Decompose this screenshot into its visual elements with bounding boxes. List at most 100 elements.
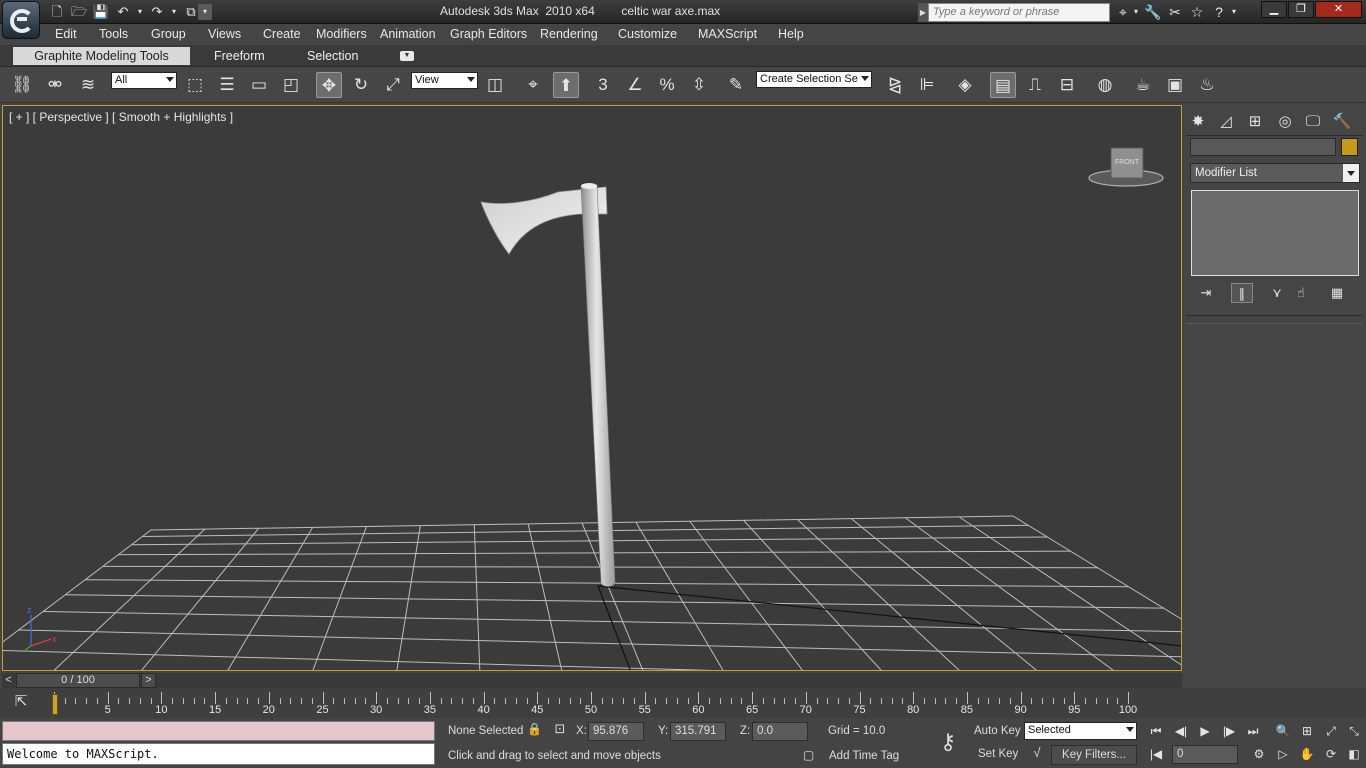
modify-tab-icon[interactable]: ◿: [1214, 110, 1238, 134]
window-crossing-icon[interactable]: ◰: [278, 72, 304, 98]
select-by-name-icon[interactable]: ☰: [214, 72, 240, 98]
orbit-icon[interactable]: ⟳: [1320, 744, 1342, 764]
favorites-star-icon[interactable]: ☆: [1187, 3, 1207, 21]
maximize-viewport-icon[interactable]: ◧: [1343, 744, 1365, 764]
maxscript-listener-input[interactable]: [2, 721, 435, 741]
tab-selection[interactable]: Selection: [307, 49, 358, 63]
pan-view-icon[interactable]: ✋: [1296, 744, 1318, 764]
create-tab-icon[interactable]: ✸: [1186, 110, 1210, 134]
search-expand-icon[interactable]: ▶: [918, 3, 928, 22]
pin-stack-icon[interactable]: ⇥: [1195, 283, 1217, 303]
go-to-end-icon[interactable]: ⏭: [1242, 721, 1264, 741]
zoom-all-icon[interactable]: ⊞: [1296, 721, 1318, 741]
bind-to-space-warp-icon[interactable]: ≋: [75, 72, 101, 98]
named-selection-sets-dropdown[interactable]: Create Selection Se: [756, 71, 872, 88]
auto-key-button[interactable]: Auto Key: [974, 725, 1021, 737]
maxscript-listener-output[interactable]: Welcome to MAXScript.: [2, 743, 435, 765]
key-filters-button[interactable]: Key Filters...: [1051, 745, 1137, 765]
time-tag-icon[interactable]: ▢: [803, 748, 819, 765]
search-input[interactable]: Type a keyword or phrase: [928, 3, 1110, 22]
set-key-button[interactable]: Set Key: [978, 748, 1018, 760]
edit-named-selection-icon[interactable]: ✎: [723, 72, 749, 98]
z-coordinate-field[interactable]: 0.0: [752, 722, 808, 741]
save-icon[interactable]: 💾: [92, 4, 110, 20]
undo-dropdown-icon[interactable]: ▾: [136, 4, 144, 20]
field-of-view-icon[interactable]: ▷: [1272, 744, 1294, 764]
select-and-link-icon[interactable]: ⛓: [9, 72, 35, 98]
utilities-tab-icon[interactable]: 🔨: [1330, 110, 1354, 134]
qat-customize-icon[interactable]: ▾: [198, 4, 212, 20]
tab-graphite-modeling-tools[interactable]: Graphite Modeling Tools: [13, 47, 190, 65]
undo-icon[interactable]: ↶: [114, 4, 132, 20]
align-icon[interactable]: ⊫: [914, 72, 940, 98]
menu-tools[interactable]: Tools: [99, 27, 128, 41]
angle-snap-icon[interactable]: ∠: [622, 72, 648, 98]
select-and-rotate-icon[interactable]: ↻: [348, 72, 374, 98]
search-dropdown-icon[interactable]: ▾: [1131, 3, 1141, 21]
frame-cursor[interactable]: [52, 694, 58, 715]
next-frame-icon[interactable]: |▶: [1218, 721, 1240, 741]
binoculars-icon[interactable]: ⌖: [1113, 3, 1133, 21]
modifier-stack[interactable]: [1191, 190, 1359, 276]
tab-freeform[interactable]: Freeform: [214, 49, 265, 63]
communication-center-icon[interactable]: ✂: [1165, 3, 1185, 21]
selection-filter-dropdown[interactable]: All: [111, 72, 177, 89]
modifier-list-dropdown[interactable]: Modifier List: [1190, 163, 1360, 183]
new-file-icon[interactable]: 🗋: [48, 4, 66, 20]
layer-manager-icon[interactable]: ◈: [952, 72, 978, 98]
snaps-toggle-icon[interactable]: 3: [590, 72, 616, 98]
zoom-extents-icon[interactable]: ⤢: [1320, 721, 1342, 741]
select-and-manipulate-icon[interactable]: ⌖: [520, 72, 546, 98]
selection-lock-icon[interactable]: 🔒: [527, 722, 542, 740]
time-slider-thumb[interactable]: 0 / 100: [16, 673, 140, 688]
track-bar-ruler[interactable]: 5 10 15 20 25 30 35 40 45 50 55 60 65 70 75 80 85 90 95 100: [54, 692, 1137, 718]
help-dropdown-icon[interactable]: ▾: [1229, 3, 1239, 21]
percent-snap-icon[interactable]: %: [654, 72, 680, 98]
menu-animation[interactable]: Animation: [380, 27, 436, 41]
mirror-icon[interactable]: ⧎: [882, 72, 908, 98]
spinner-snap-icon[interactable]: ⇳: [686, 72, 712, 98]
object-name-field[interactable]: [1190, 138, 1336, 156]
rendered-frame-window-icon[interactable]: ▣: [1162, 72, 1188, 98]
ribbon-minimize-icon[interactable]: ▼: [400, 51, 414, 61]
play-icon[interactable]: ▶: [1194, 721, 1216, 741]
menu-edit[interactable]: Edit: [55, 27, 77, 41]
reference-coordinate-dropdown[interactable]: View: [411, 72, 478, 89]
application-menu-button[interactable]: [2, 1, 40, 39]
key-mode-toggle-icon[interactable]: |◀: [1145, 744, 1167, 764]
time-slider-prev[interactable]: <: [2, 673, 15, 688]
configure-modifier-sets-icon[interactable]: ▦: [1326, 283, 1348, 303]
y-coordinate-field[interactable]: 315.791: [670, 722, 726, 741]
menu-customize[interactable]: Customize: [618, 27, 677, 41]
viewport-label[interactable]: [ + ] [ Perspective ] [ Smooth + Highlig…: [9, 110, 233, 124]
x-coordinate-field[interactable]: 95.876: [588, 722, 644, 741]
redo-dropdown-icon[interactable]: ▾: [170, 4, 178, 20]
use-pivot-center-icon[interactable]: ◫: [482, 72, 508, 98]
open-mini-curve-editor-icon[interactable]: ⇱: [8, 692, 34, 712]
add-time-tag[interactable]: Add Time Tag: [829, 750, 899, 762]
qat-customize[interactable]: ▾: [198, 3, 212, 21]
make-unique-icon[interactable]: ⋎: [1266, 283, 1288, 303]
key-mode-dropdown[interactable]: Selected: [1024, 722, 1137, 740]
time-slider-track[interactable]: [2, 673, 1182, 688]
display-tab-icon[interactable]: 🖵: [1301, 110, 1325, 134]
menu-group[interactable]: Group: [151, 27, 186, 41]
time-configuration-icon[interactable]: ⚙: [1248, 744, 1270, 764]
go-to-start-icon[interactable]: ⏮: [1145, 721, 1167, 741]
rectangular-selection-icon[interactable]: ▭: [246, 72, 272, 98]
keyboard-shortcut-override-icon[interactable]: ⬆: [553, 72, 579, 98]
menu-graph-editors[interactable]: Graph Editors: [450, 27, 527, 41]
current-frame-field[interactable]: 0: [1172, 745, 1238, 764]
perspective-viewport[interactable]: x z FRONT [ + ] [ Perspective ] [ Smooth…: [2, 105, 1182, 671]
redo-icon[interactable]: ↷: [148, 4, 166, 20]
render-setup-icon[interactable]: ☕: [1130, 72, 1156, 98]
select-and-scale-icon[interactable]: ⤢: [380, 72, 406, 98]
menu-help[interactable]: Help: [778, 27, 804, 41]
open-file-icon[interactable]: 🗁: [70, 4, 88, 20]
subscription-key-icon[interactable]: 🔧: [1143, 3, 1163, 21]
unlink-selection-icon[interactable]: ⚮: [42, 72, 68, 98]
menu-modifiers[interactable]: Modifiers: [316, 27, 367, 41]
menu-rendering[interactable]: Rendering: [540, 27, 598, 41]
absolute-transform-icon[interactable]: ⊡: [550, 721, 570, 740]
menu-maxscript[interactable]: MAXScript: [698, 27, 757, 41]
